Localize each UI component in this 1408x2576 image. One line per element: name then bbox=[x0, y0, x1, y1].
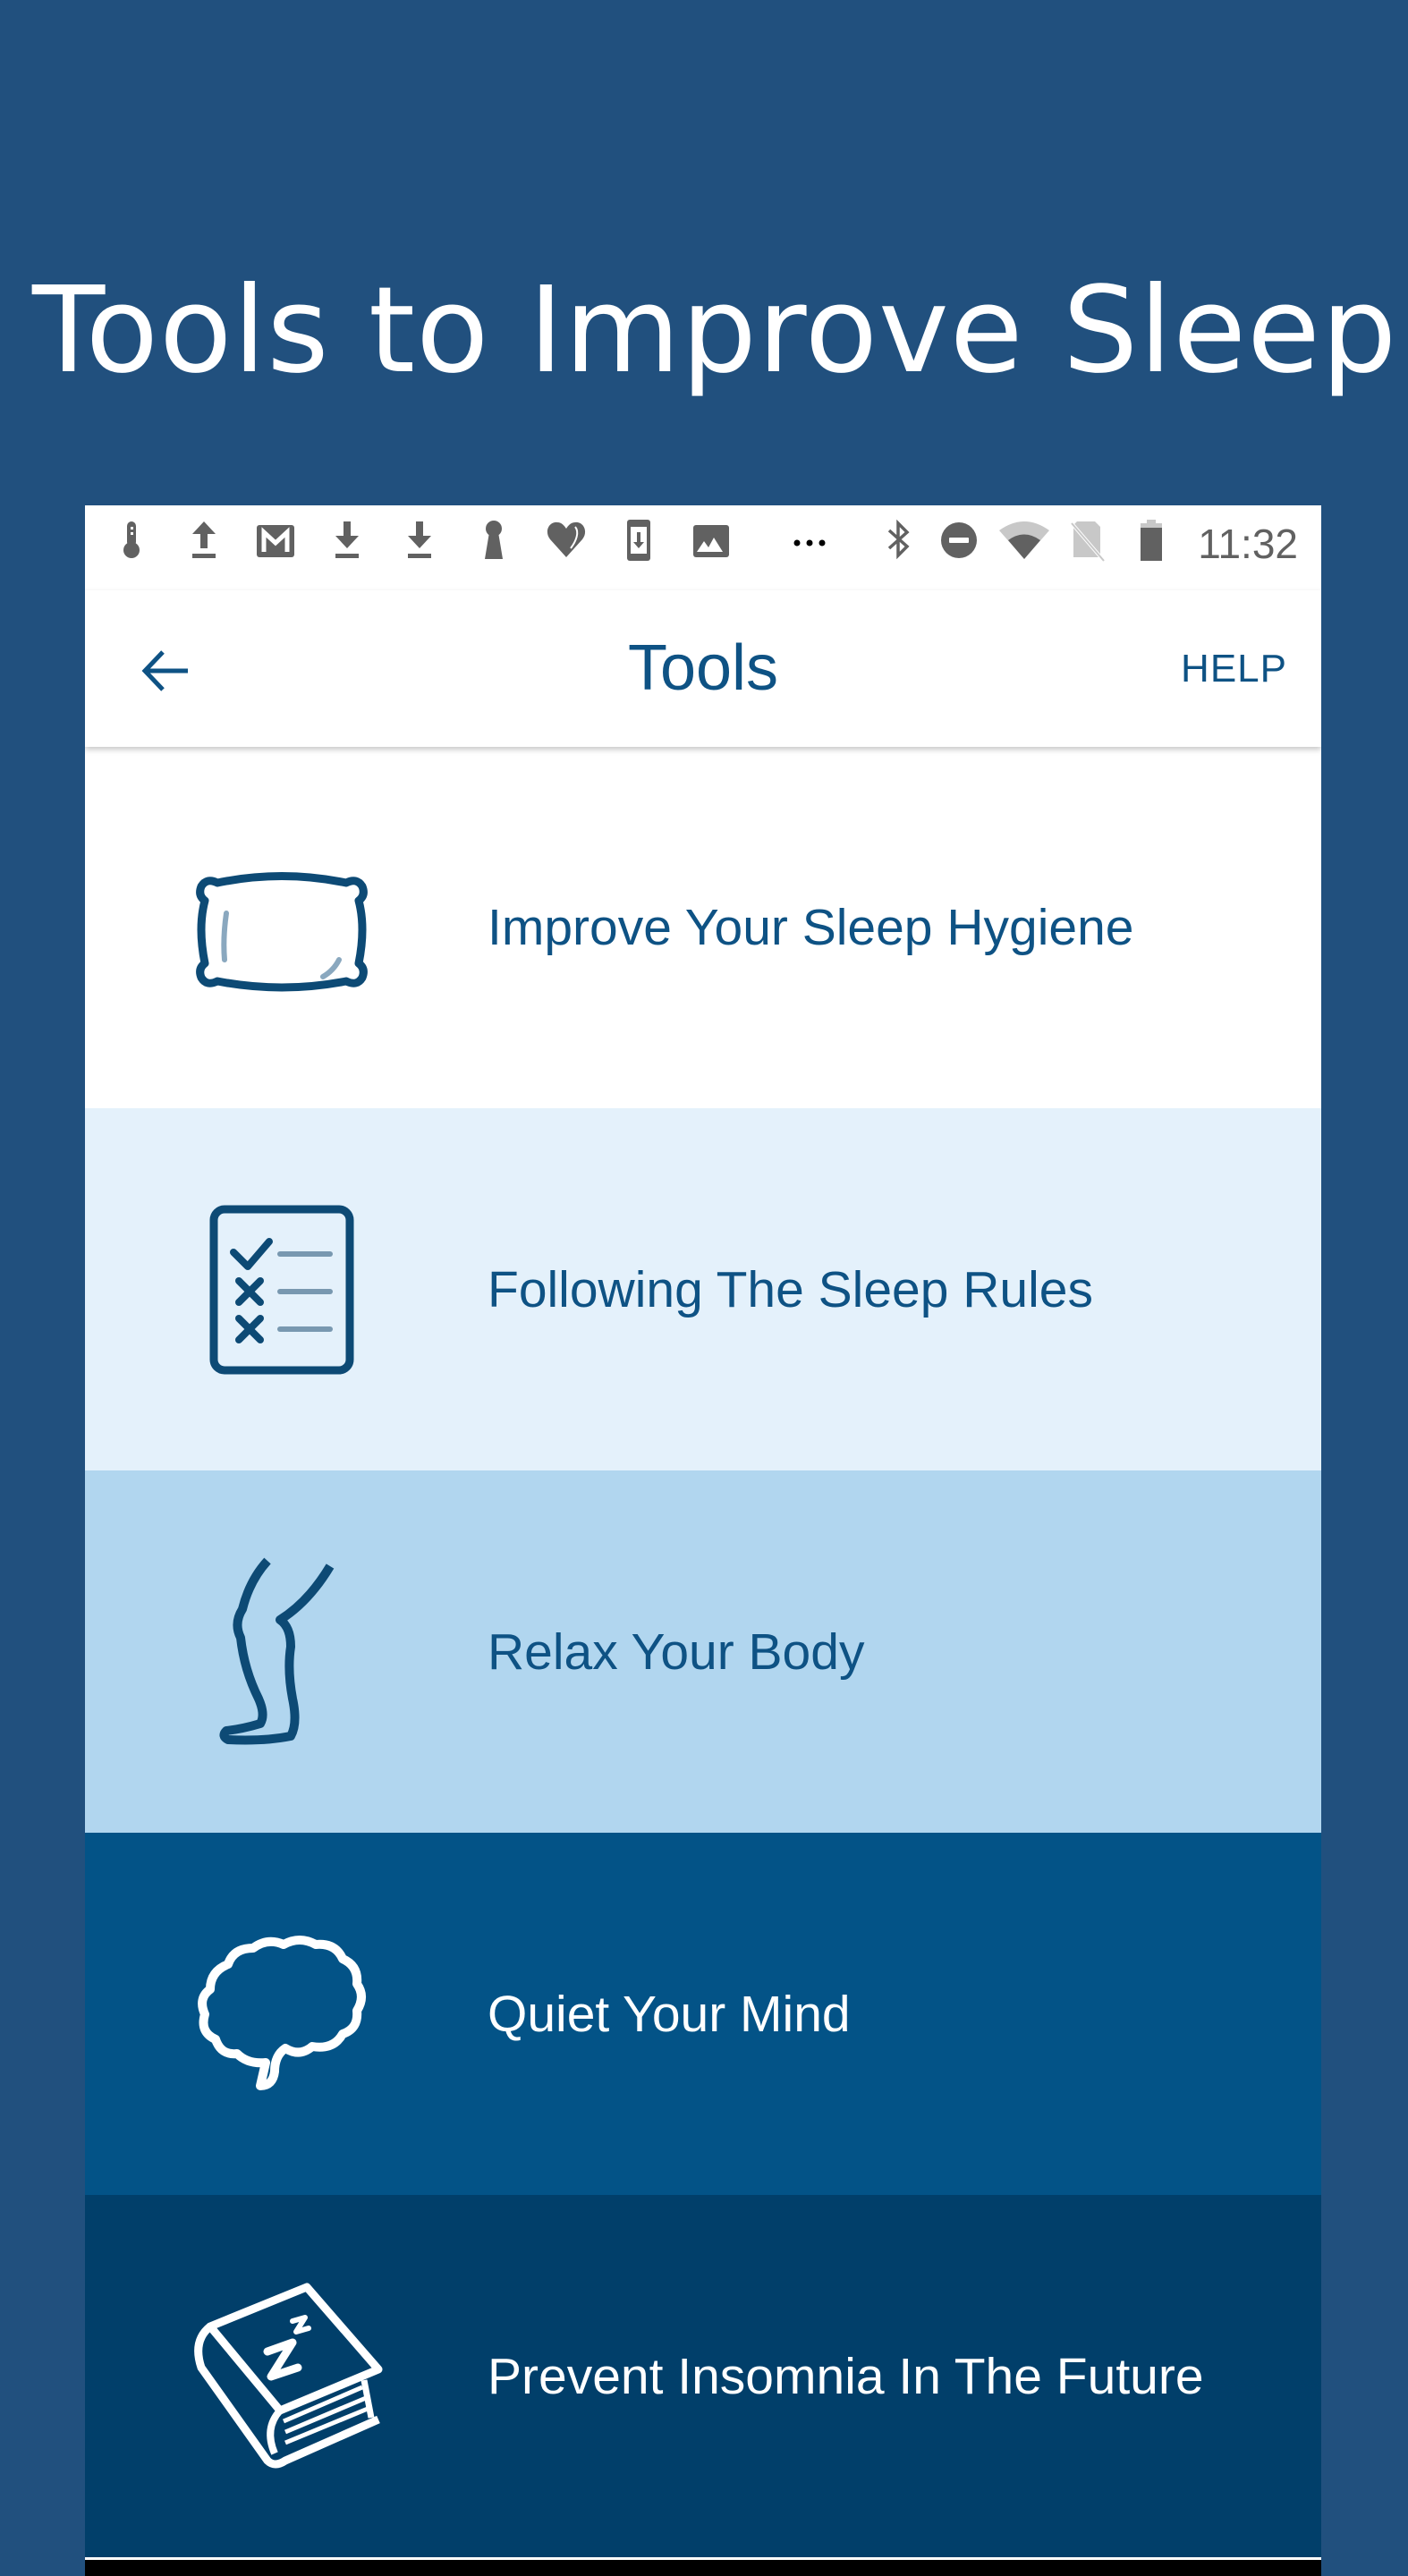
wifi-icon bbox=[997, 518, 1051, 563]
help-button[interactable]: HELP bbox=[1181, 590, 1287, 747]
do-not-disturb-icon bbox=[937, 518, 981, 563]
tool-list: Improve Your Sleep Hygiene Following The… bbox=[85, 747, 1321, 2557]
download-icon bbox=[325, 518, 369, 563]
brain-icon bbox=[174, 1907, 389, 2122]
download-icon bbox=[397, 518, 442, 563]
tool-label: Following The Sleep Rules bbox=[488, 1260, 1093, 1318]
image-icon bbox=[689, 518, 734, 563]
upload-icon bbox=[182, 518, 226, 563]
heart-icon bbox=[544, 518, 589, 563]
thermometer-icon bbox=[109, 518, 154, 563]
more-dots-icon bbox=[787, 518, 832, 563]
phone-download-icon bbox=[616, 518, 661, 563]
promo-headline: Tools to Improve Sleep. bbox=[32, 262, 1408, 400]
page-title: Tools bbox=[627, 632, 779, 704]
leg-icon bbox=[174, 1545, 389, 1759]
tool-item-relax-body[interactable]: Relax Your Body bbox=[85, 1470, 1321, 1833]
navigation-bar bbox=[85, 2560, 1321, 2576]
tool-item-quiet-mind[interactable]: Quiet Your Mind bbox=[85, 1833, 1321, 2195]
status-time: 11:32 bbox=[1198, 521, 1298, 567]
pillow-icon bbox=[174, 820, 389, 1035]
app-bar: Tools HELP bbox=[85, 590, 1321, 747]
tool-item-sleep-hygiene[interactable]: Improve Your Sleep Hygiene bbox=[85, 747, 1321, 1108]
tool-item-sleep-rules[interactable]: Following The Sleep Rules bbox=[85, 1108, 1321, 1470]
keyhole-icon bbox=[471, 518, 516, 563]
tool-label: Prevent Insomnia In The Future bbox=[488, 2347, 1204, 2405]
status-bar: 11:32 bbox=[85, 505, 1321, 590]
checklist-icon bbox=[174, 1182, 389, 1397]
gmail-icon bbox=[253, 518, 298, 563]
battery-icon bbox=[1129, 518, 1174, 563]
tool-item-prevent-insomnia[interactable]: Prevent Insomnia In The Future bbox=[85, 2195, 1321, 2557]
tool-label: Relax Your Body bbox=[488, 1623, 865, 1681]
tool-label: Quiet Your Mind bbox=[488, 1985, 851, 2043]
phone-screen: 11:32 Tools HELP Improve Your Sleep Hygi… bbox=[85, 505, 1321, 2576]
sleep-book-icon bbox=[174, 2269, 389, 2484]
bluetooth-icon bbox=[877, 518, 921, 563]
tool-label: Improve Your Sleep Hygiene bbox=[488, 899, 1134, 956]
no-sim-icon bbox=[1064, 518, 1109, 563]
